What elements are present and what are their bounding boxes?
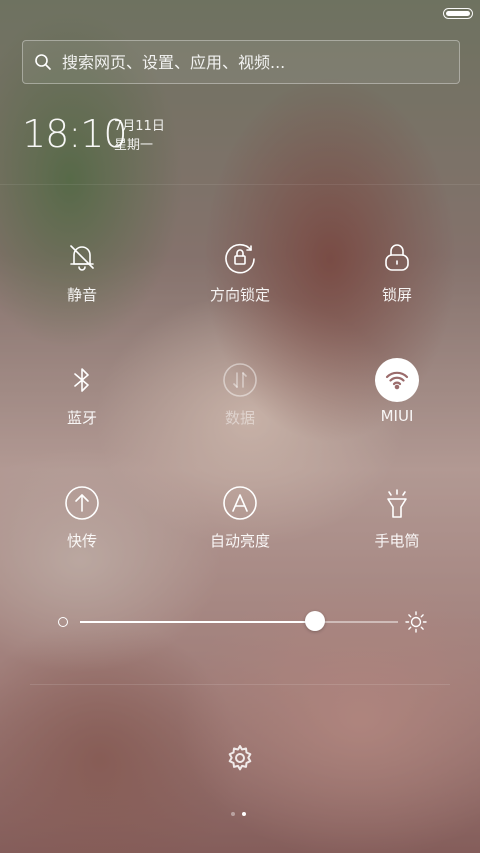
bell-muted-icon [63,238,101,276]
toggle-lock-screen[interactable]: 锁屏 [332,238,462,305]
search-bar[interactable] [22,40,460,84]
brightness-fill [80,621,316,623]
toggle-label: 数据 [224,409,255,427]
toggle-label: 锁屏 [381,286,412,304]
toggle-label: MIUI [380,407,414,425]
toggle-mi-drop[interactable]: 快传 [17,484,147,551]
brightness-knob[interactable] [305,611,326,631]
toggle-label: 快传 [66,532,97,550]
toggle-wifi[interactable]: MIUI [332,358,462,425]
clock-time: 18:10 [22,112,128,156]
toggle-flashlight[interactable]: 手电筒 [332,484,462,551]
date-label: 7月11日 [114,119,165,134]
lock-icon [378,238,416,276]
battery-icon [443,8,473,19]
brightness-low-icon [58,617,68,627]
mobile-data-icon [221,361,259,399]
mi-drop-icon [63,484,101,522]
page-dot [231,812,235,816]
page-dot-active [242,812,246,816]
weekday-label: 星期一 [114,138,154,153]
toggle-bluetooth[interactable]: 蓝牙 [17,361,147,428]
toggle-label: 蓝牙 [66,409,97,427]
toggle-rotation-lock[interactable]: 方向锁定 [175,238,305,305]
header-divider [0,184,480,185]
toggle-auto-brightness[interactable]: 自动亮度 [175,484,305,551]
brightness-high-icon [405,611,427,633]
toggle-label: 手电筒 [374,532,420,550]
wifi-icon [375,358,419,402]
bluetooth-icon [63,361,101,399]
settings-gear-icon[interactable] [225,743,255,773]
rotation-lock-icon [221,238,259,276]
brightness-slider[interactable] [58,610,428,634]
auto-brightness-icon [221,484,259,522]
clock-date: 7月11日 星期一 [114,117,165,155]
panel-divider [30,684,450,685]
toggle-label: 自动亮度 [209,532,270,550]
toggle-label: 方向锁定 [209,286,270,304]
toggle-label: 静音 [66,286,97,304]
toggle-mobile-data[interactable]: 数据 [175,361,305,428]
search-input[interactable] [60,51,459,73]
toggle-silent[interactable]: 静音 [17,238,147,305]
search-icon [35,54,51,70]
page-indicator [231,812,246,816]
brightness-track[interactable] [80,621,398,623]
flashlight-icon [378,484,416,522]
